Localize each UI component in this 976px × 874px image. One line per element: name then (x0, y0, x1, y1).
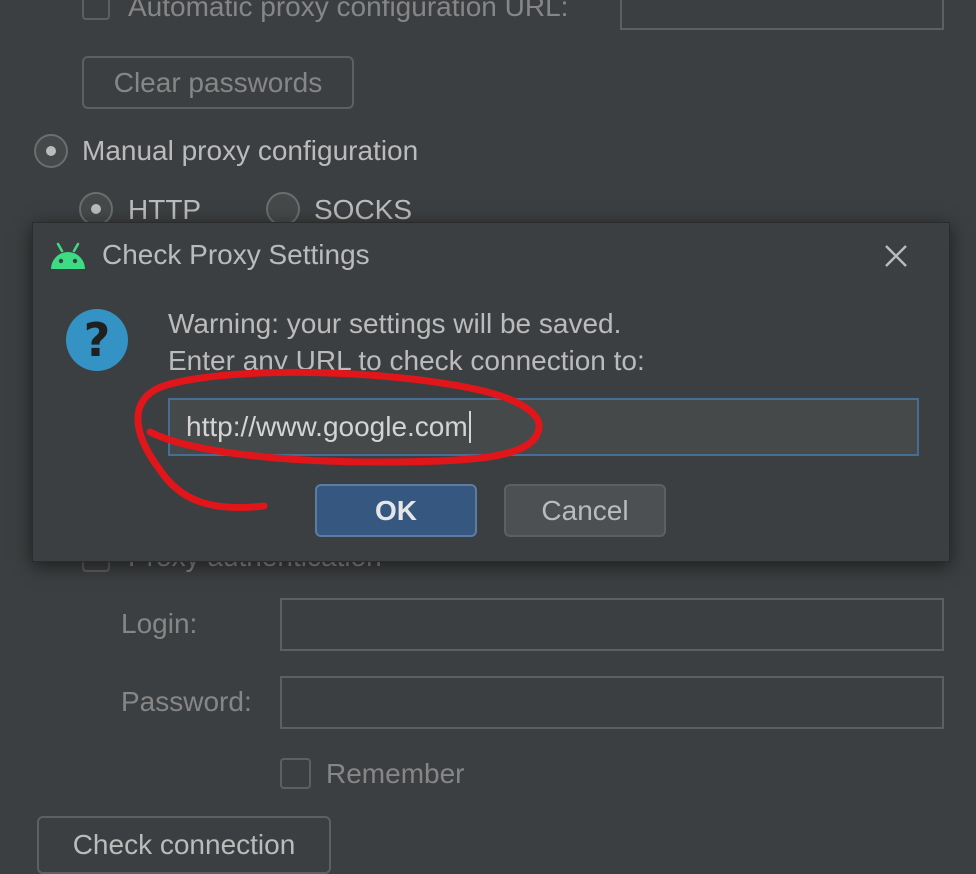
annotation-scribble (134, 368, 543, 511)
